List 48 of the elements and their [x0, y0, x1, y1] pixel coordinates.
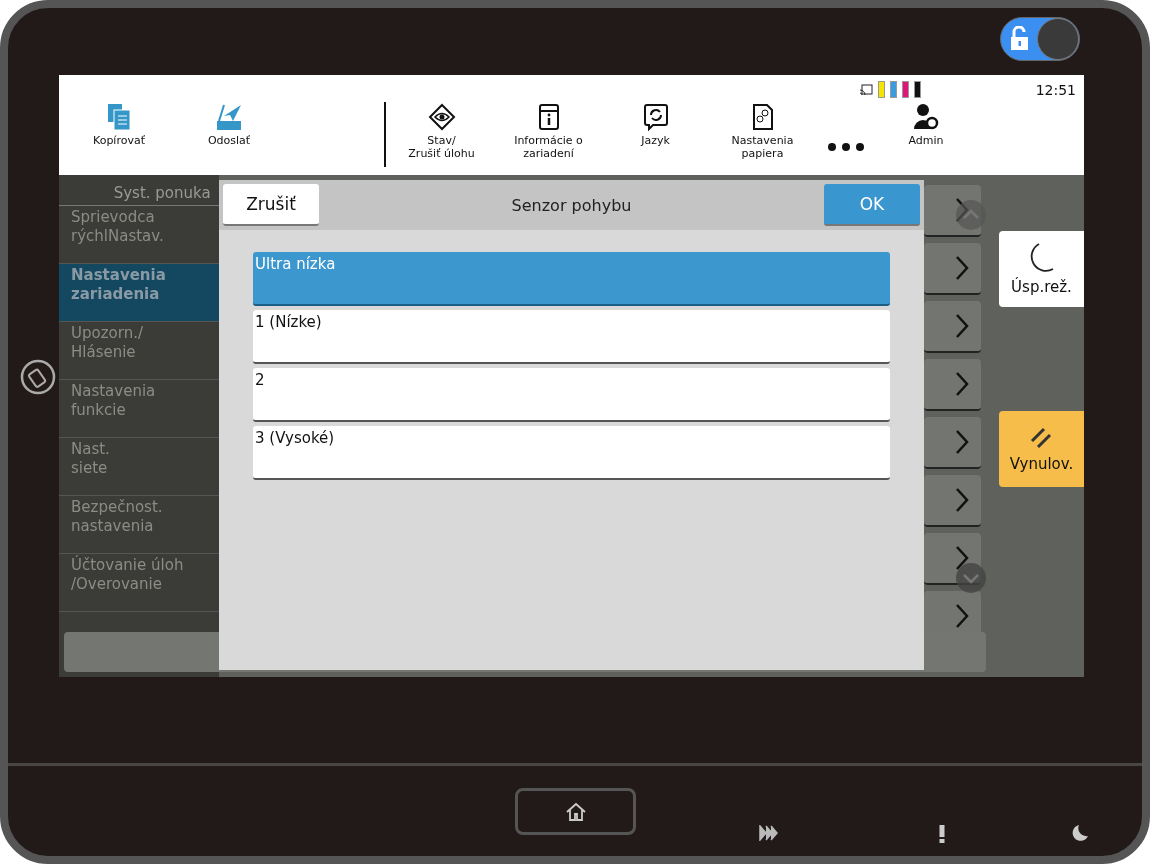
function-button[interactable]: Admin	[876, 89, 976, 175]
energy-saver-button[interactable]: Úsp.rež.	[999, 231, 1084, 307]
function-button[interactable]: Kopírovať	[64, 89, 174, 175]
clock: 12:51	[1035, 81, 1076, 98]
user-gear-icon	[913, 103, 939, 131]
option-item[interactable]: 3 (Vysoké)	[253, 426, 890, 480]
speech-refresh-icon	[642, 103, 669, 131]
chevron-right-icon	[954, 429, 969, 455]
documents-icon	[106, 103, 132, 131]
paper-gear-icon	[751, 103, 774, 131]
info-document-icon	[537, 103, 560, 131]
nfc-reader-icon	[20, 359, 56, 395]
chevron-right-icon	[954, 487, 969, 513]
exclamation-icon	[938, 825, 946, 843]
function-button[interactable]: Nastavenia papiera	[709, 89, 816, 175]
chevron-right-icon	[954, 371, 969, 397]
option-item[interactable]: 1 (Nízke)	[253, 310, 890, 364]
chevron-right-icon	[954, 545, 969, 571]
unlocked-padlock-icon	[1009, 26, 1031, 52]
home-icon	[564, 801, 587, 822]
function-button[interactable]: Stav/ Zrušiť úlohu	[388, 89, 495, 175]
setting-row[interactable]	[923, 301, 981, 353]
triple-chevron-icon	[759, 825, 779, 841]
cast-icon	[858, 83, 873, 96]
reset-button[interactable]: Vynulov.	[999, 411, 1084, 487]
chevron-right-icon	[954, 313, 969, 339]
eye-icon	[427, 103, 456, 131]
setting-row[interactable]	[923, 475, 981, 527]
dialog-title: Senzor pohybu	[511, 195, 632, 215]
function-button[interactable]: Jazyk	[602, 89, 709, 175]
moon-icon	[1071, 824, 1089, 842]
more-icon	[827, 142, 865, 152]
scroll-up-icon[interactable]	[955, 199, 987, 231]
scroll-down-icon[interactable]	[955, 562, 987, 594]
scanner-plane-icon	[215, 103, 243, 131]
function-button[interactable]: Informácie o zariadení	[495, 89, 602, 175]
home-button[interactable]	[515, 788, 636, 835]
menu-title: Syst. ponuka	[59, 175, 219, 206]
setting-row[interactable]	[923, 243, 981, 295]
setting-row[interactable]	[923, 359, 981, 411]
function-button[interactable]: Odoslať	[174, 89, 284, 175]
moon-icon	[1028, 242, 1055, 272]
cancel-button[interactable]: Zrušiť	[223, 184, 319, 226]
double-slash-icon	[1029, 425, 1054, 449]
setting-row[interactable]	[923, 417, 981, 469]
option-item[interactable]: 2	[253, 368, 890, 422]
chevron-right-icon	[954, 255, 969, 281]
chevron-right-icon	[954, 603, 969, 629]
